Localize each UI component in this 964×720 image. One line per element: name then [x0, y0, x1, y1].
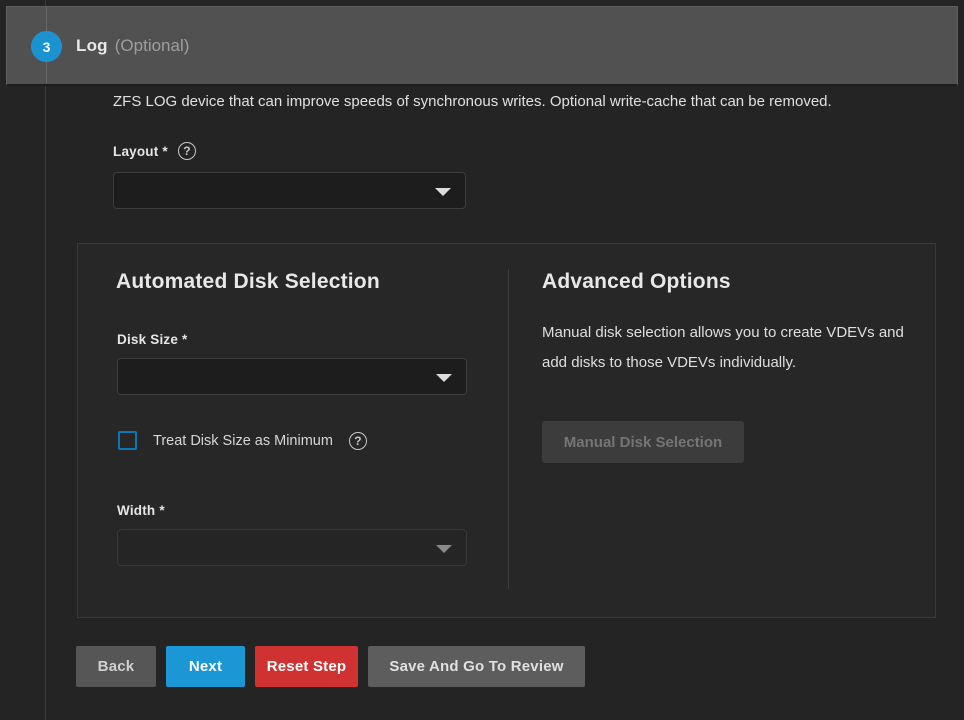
step-subtitle: (Optional): [115, 36, 190, 56]
disk-selection-card: Automated Disk Selection Disk Size * Tre…: [77, 243, 936, 618]
disk-size-label-row: Disk Size *: [117, 332, 188, 347]
layout-field-label-row: Layout * ?: [113, 142, 196, 160]
wizard-step-log-panel: 3 Log (Optional) ZFS LOG device that can…: [0, 0, 964, 720]
back-button[interactable]: Back: [76, 646, 156, 687]
chevron-down-icon: [436, 374, 452, 382]
treat-disk-size-minimum-row: Treat Disk Size as Minimum ?: [118, 431, 367, 450]
layout-label: Layout *: [113, 144, 168, 159]
treat-disk-size-minimum-label: Treat Disk Size as Minimum: [153, 433, 333, 449]
step-title-row: Log (Optional): [76, 7, 189, 84]
save-and-go-to-review-button[interactable]: Save And Go To Review: [368, 646, 585, 687]
width-label: Width *: [117, 503, 165, 518]
reset-step-button[interactable]: Reset Step: [255, 646, 358, 687]
treat-disk-size-minimum-checkbox[interactable]: [118, 431, 137, 450]
chevron-down-icon: [435, 188, 451, 196]
help-icon[interactable]: ?: [178, 142, 196, 160]
step-title: Log: [76, 36, 108, 56]
advanced-options-description: Manual disk selection allows you to crea…: [542, 318, 920, 378]
chevron-down-icon: [436, 545, 452, 553]
width-label-row: Width *: [117, 503, 165, 518]
step-number-badge: 3: [31, 31, 62, 62]
automated-disk-selection-title: Automated Disk Selection: [116, 270, 380, 294]
step-number: 3: [43, 39, 51, 55]
step-description: ZFS LOG device that can improve speeds o…: [113, 93, 933, 110]
layout-select[interactable]: [113, 172, 466, 209]
step-header: 3 Log (Optional): [6, 6, 958, 86]
help-icon[interactable]: ?: [349, 432, 367, 450]
width-select[interactable]: [117, 529, 467, 566]
advanced-options-title: Advanced Options: [542, 270, 731, 294]
disk-size-label: Disk Size *: [117, 332, 188, 347]
disk-size-select[interactable]: [117, 358, 467, 395]
column-divider: [508, 269, 509, 589]
manual-disk-selection-button[interactable]: Manual Disk Selection: [542, 421, 744, 463]
stepper-connector-line: [45, 0, 46, 720]
next-button[interactable]: Next: [166, 646, 245, 687]
